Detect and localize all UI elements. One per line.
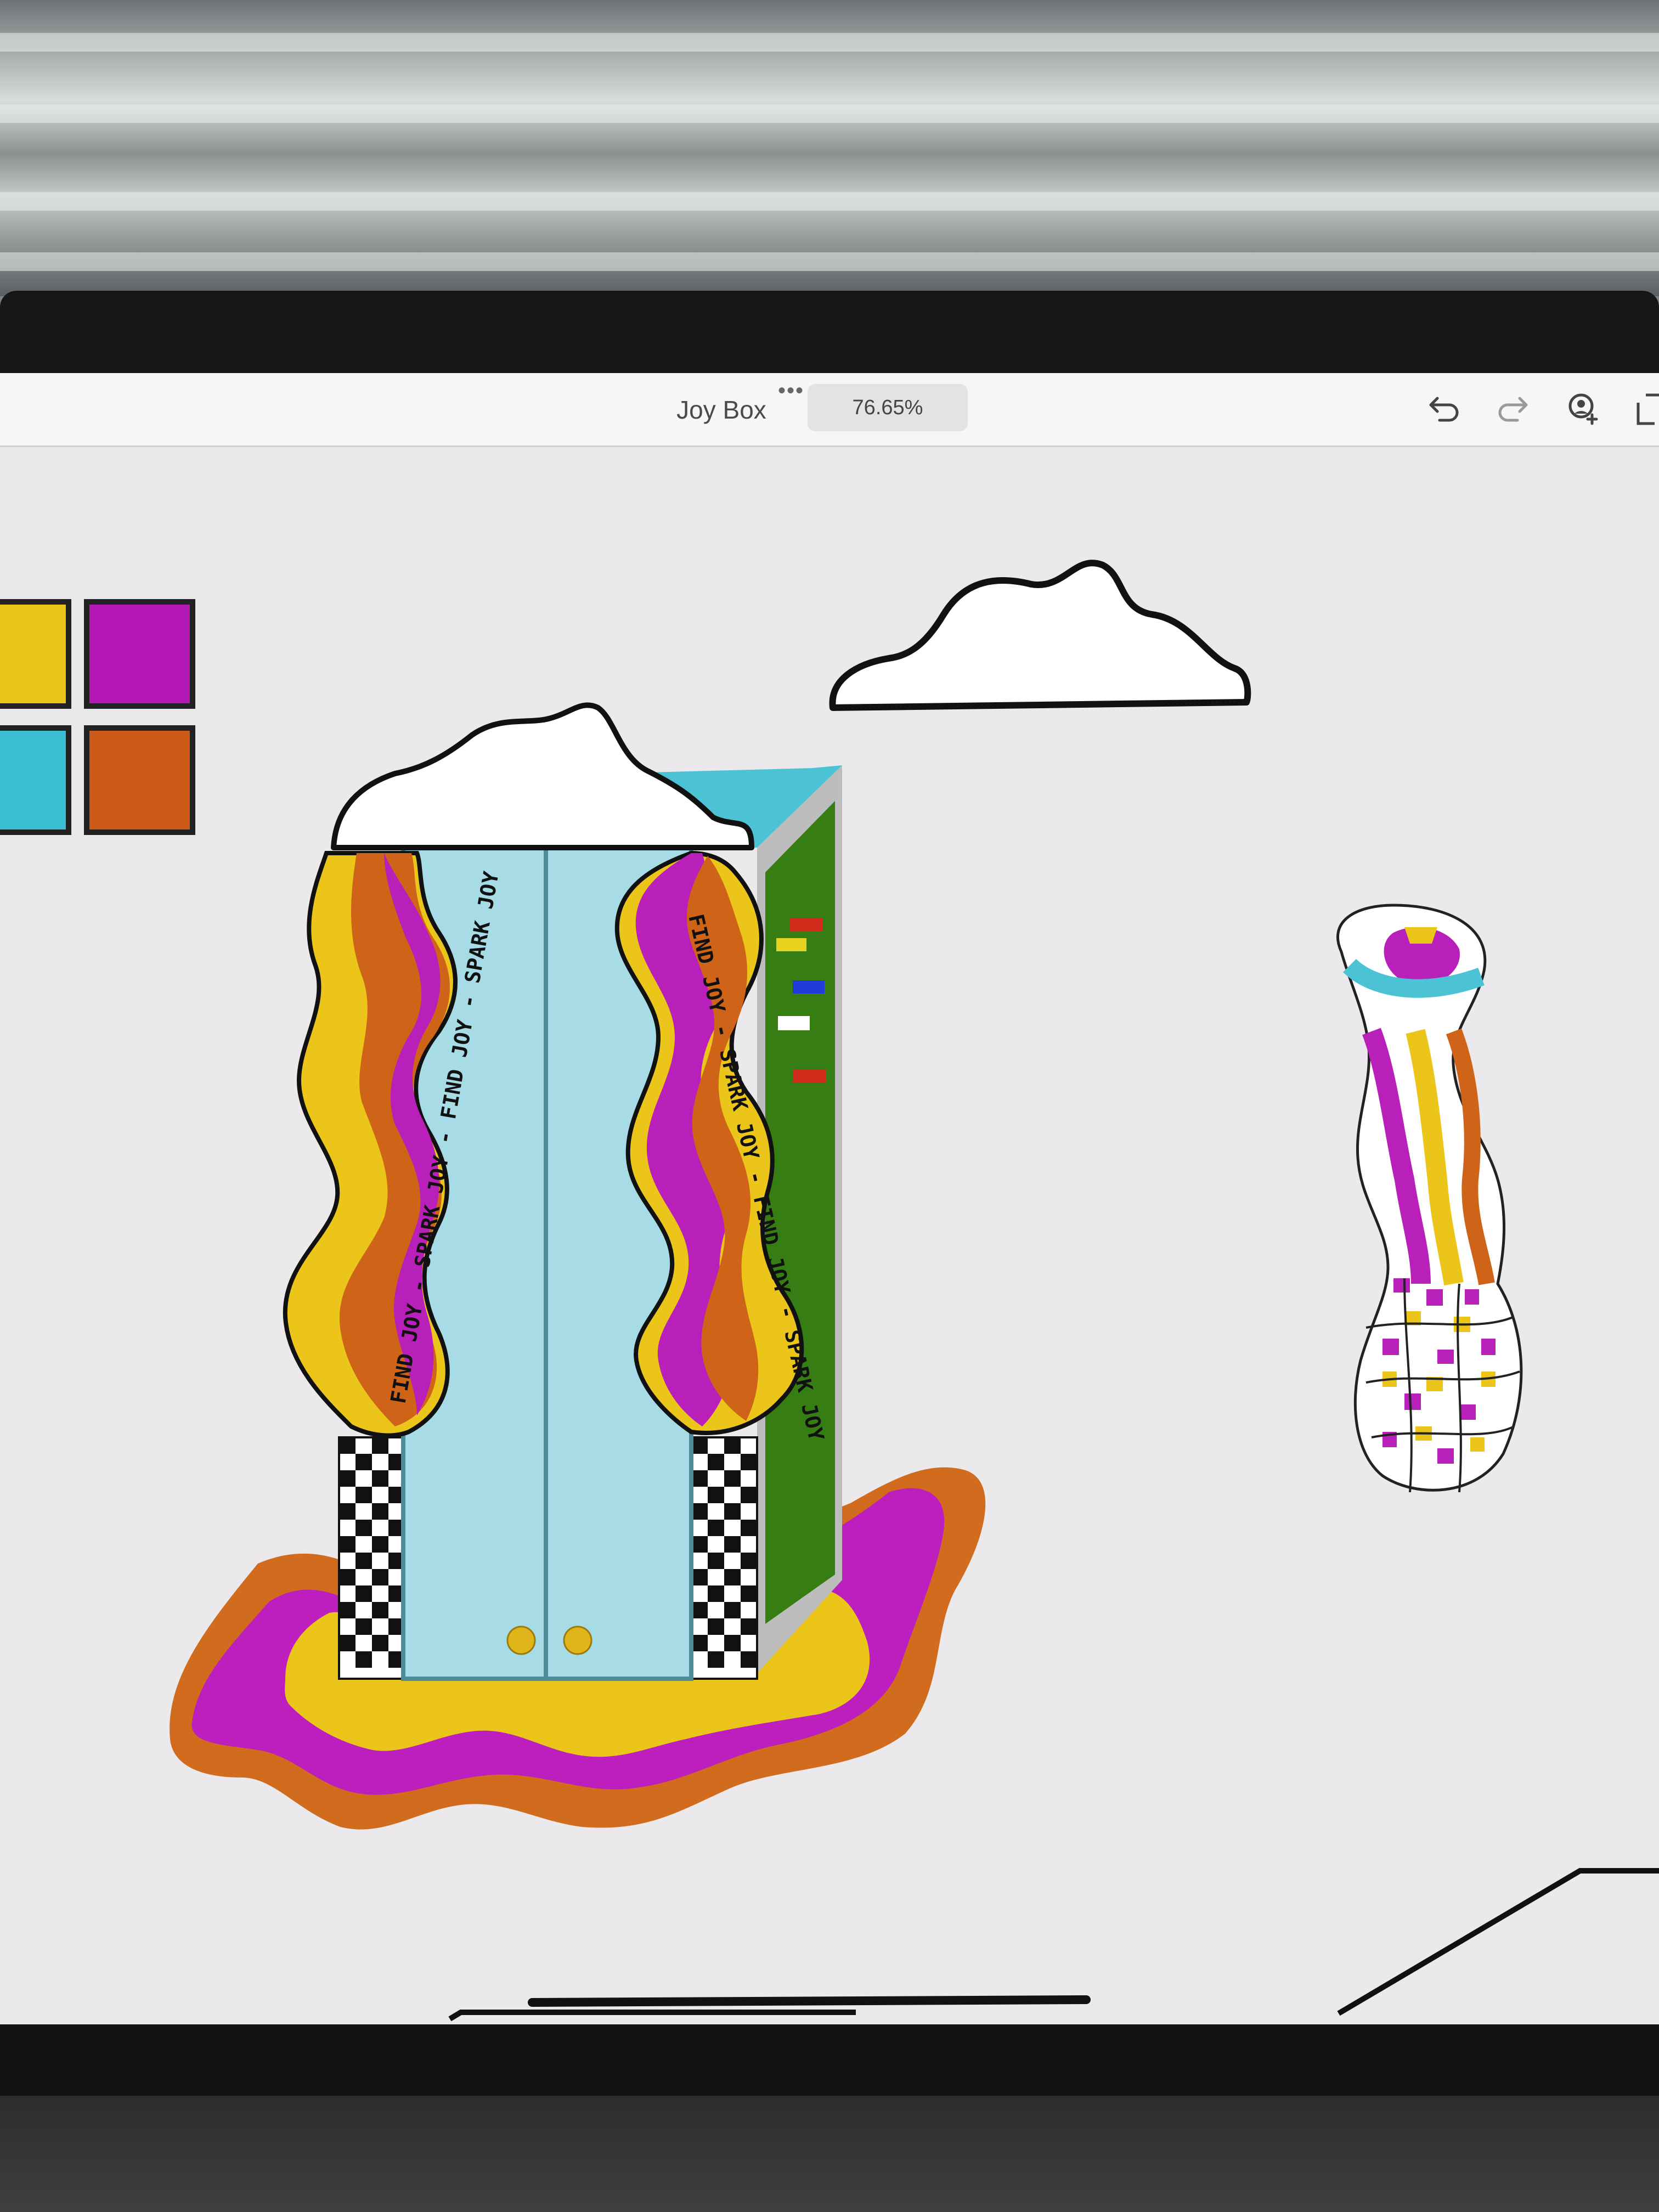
indicator-red — [790, 918, 823, 931]
window-background — [0, 0, 1659, 296]
document-title[interactable]: Joy Box — [647, 395, 795, 425]
drawing-canvas[interactable]: FIND JOY - SPARK JOY - FIND JOY - SPARK … — [0, 447, 1659, 2024]
partial-shape-right[interactable] — [1337, 1868, 1659, 2016]
swatch-orange[interactable] — [84, 725, 195, 835]
door-knob-left[interactable] — [506, 1626, 536, 1655]
app-screen: ••• Joy Box 76.65% FIND JOY - SPARK JOY … — [0, 373, 1659, 2024]
indicator-yellow — [776, 938, 806, 951]
top-toolbar: ••• Joy Box 76.65% — [0, 373, 1659, 447]
artwork[interactable]: FIND JOY - SPARK JOY - FIND JOY - SPARK … — [0, 447, 1659, 2024]
door-knob-right[interactable] — [563, 1626, 592, 1655]
undo-icon[interactable] — [1424, 390, 1463, 428]
window-blind — [0, 104, 1659, 123]
zoom-level[interactable]: 76.65% — [808, 384, 968, 431]
desk-surface — [0, 2096, 1659, 2212]
tablet-bezel-top — [0, 291, 1659, 373]
pillar-sketch[interactable] — [1336, 904, 1523, 1493]
indicator-red-2 — [793, 1070, 826, 1083]
left-wavy-pillar[interactable] — [283, 851, 458, 1438]
redo-icon[interactable] — [1494, 390, 1533, 428]
cloud-outline[interactable] — [829, 560, 1251, 711]
swatch-cyan[interactable] — [0, 725, 71, 835]
person-add-icon[interactable] — [1564, 390, 1602, 428]
color-palette[interactable] — [0, 599, 195, 835]
home-indicator[interactable] — [528, 1995, 1091, 2007]
swatch-magenta[interactable] — [84, 599, 195, 709]
indicator-white — [778, 1016, 810, 1030]
window-blind — [0, 252, 1659, 271]
partial-shape-bottom[interactable] — [448, 2010, 856, 2022]
tablet-bezel-bottom — [0, 2024, 1659, 2096]
indicator-blue — [793, 980, 825, 994]
share-icon[interactable] — [1633, 390, 1659, 428]
window-blind — [0, 33, 1659, 52]
window-blind — [0, 192, 1659, 211]
swatch-yellow[interactable] — [0, 599, 71, 709]
